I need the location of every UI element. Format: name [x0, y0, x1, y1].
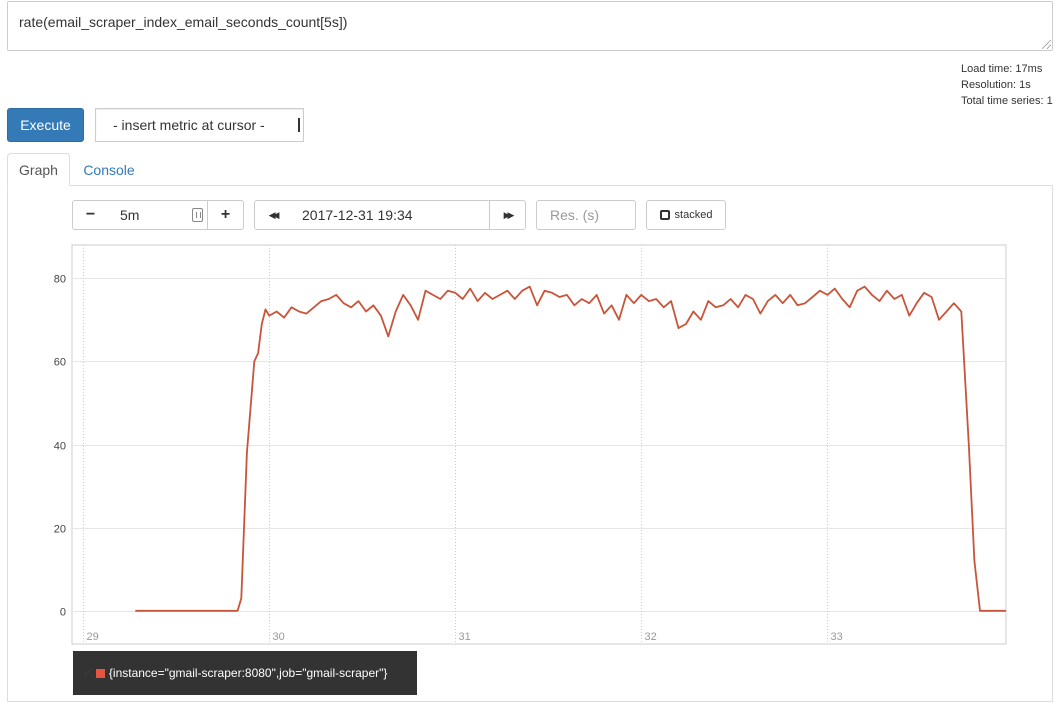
x-tick-label: 32: [645, 631, 657, 643]
graph-chart[interactable]: 0 20 40 60 80 29 30 31 32 33: [0, 0, 1059, 706]
x-tick-label: 30: [273, 631, 285, 643]
y-tick-label: 20: [54, 524, 66, 536]
x-tick-label: 31: [459, 631, 471, 643]
check-icon[interactable]: ✔: [83, 665, 94, 681]
plot-area: [71, 244, 1007, 645]
y-tick-label: 40: [54, 441, 66, 453]
x-tick-label: 33: [831, 631, 843, 643]
series-swatch: [95, 668, 105, 678]
legend-series-label[interactable]: {instance="gmail-scraper:8080",job="gmai…: [109, 666, 388, 680]
tab-graph[interactable]: Graph: [7, 153, 70, 186]
legend: ✔ {instance="gmail-scraper:8080",job="gm…: [73, 651, 417, 695]
y-tick-label: 0: [60, 607, 66, 619]
x-tick-label: 29: [87, 631, 99, 643]
y-tick-label: 60: [54, 357, 66, 369]
y-tick-label: 80: [54, 274, 66, 286]
